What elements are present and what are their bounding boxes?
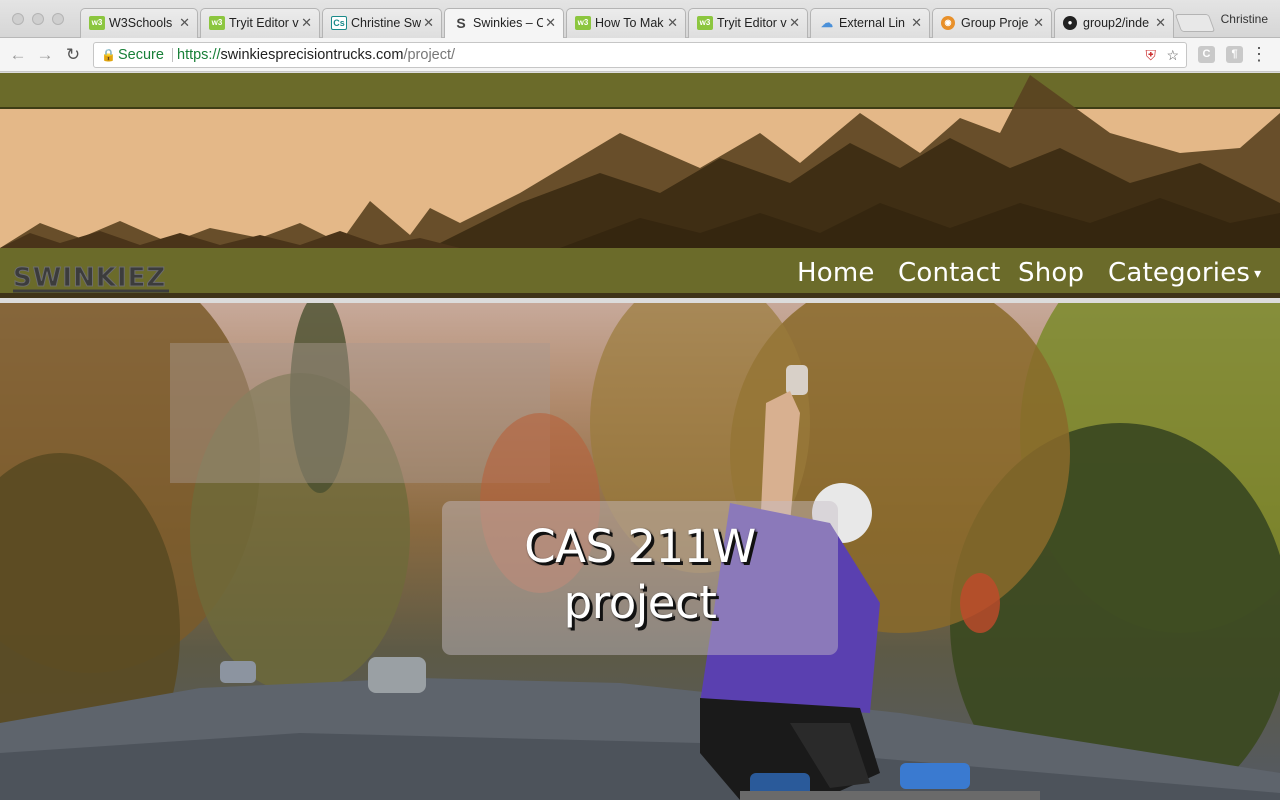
- nav-contact-link[interactable]: Contact: [898, 258, 1001, 288]
- hero-title-line-1: CAS 211W: [524, 520, 756, 573]
- nav-categories-dropdown[interactable]: Categories ▾: [1108, 258, 1261, 288]
- cs-icon: Cs: [331, 16, 347, 30]
- close-icon[interactable]: ✕: [789, 9, 800, 37]
- github-icon: ●: [1063, 16, 1077, 30]
- url-path: /project/: [403, 47, 456, 63]
- menu-kebab-icon[interactable]: ⋮: [1250, 44, 1268, 65]
- nav-shop-link[interactable]: Shop: [1018, 258, 1084, 288]
- close-icon[interactable]: ✕: [179, 9, 190, 37]
- tab-label: Swinkies – C: [473, 16, 543, 30]
- tab-label: Tryit Editor v: [229, 16, 299, 30]
- browser-tab[interactable]: w3 How To Mak ✕: [566, 8, 686, 38]
- browser-tab[interactable]: w3 Tryit Editor v ✕: [688, 8, 808, 38]
- close-icon[interactable]: ✕: [1155, 9, 1166, 37]
- profile-name[interactable]: Christine: [1221, 12, 1268, 26]
- browser-tab-active[interactable]: S Swinkies – C ✕: [444, 8, 564, 38]
- swinkiez-logo[interactable]: SWINKIEZ: [9, 258, 173, 294]
- url-host: swinkiesprecisiontrucks.com: [220, 47, 404, 63]
- tab-label: External Lin: [839, 16, 906, 30]
- star-icon[interactable]: ☆: [1166, 43, 1179, 67]
- secure-label: Secure: [118, 47, 164, 63]
- lock-icon: 🔒: [101, 48, 116, 62]
- shield-icon[interactable]: ⛨: [1146, 43, 1157, 67]
- forward-arrow-icon[interactable]: →: [33, 43, 57, 67]
- hero-title-line-2: project: [563, 576, 717, 629]
- minimize-window-button[interactable]: [32, 13, 44, 25]
- cloud-icon: ☁: [821, 16, 833, 30]
- hero-title-card: CAS 211W project: [442, 501, 838, 655]
- browser-tab[interactable]: w3 Tryit Editor v ✕: [200, 8, 320, 38]
- nav-categories-label: Categories: [1108, 258, 1251, 288]
- close-icon[interactable]: ✕: [911, 9, 922, 37]
- browser-tab[interactable]: w3 W3Schools ✕: [80, 8, 198, 38]
- extension-c-icon[interactable]: C: [1198, 46, 1215, 63]
- tab-label: Christine Sw: [351, 16, 421, 30]
- address-bar[interactable]: 🔒 Secure https://swinkiesprecisiontrucks…: [93, 42, 1187, 68]
- tab-label: W3Schools: [109, 16, 173, 30]
- w3schools-icon: w3: [89, 16, 105, 30]
- nav-home-link[interactable]: Home: [797, 258, 875, 288]
- w3schools-icon: w3: [575, 16, 591, 30]
- reload-icon[interactable]: ↻: [61, 43, 85, 67]
- web-page: SWINKIEZ Home Contact Shop Categories▾: [0, 73, 1280, 800]
- close-icon[interactable]: ✕: [545, 9, 556, 37]
- tab-label: How To Mak: [595, 16, 664, 30]
- group-project-icon: ◉: [941, 16, 955, 30]
- url-scheme: https://: [177, 47, 221, 63]
- extension-icon[interactable]: ¶: [1226, 46, 1243, 63]
- tab-label: group2/inde: [1083, 16, 1150, 30]
- new-tab-button[interactable]: [1174, 14, 1216, 32]
- close-icon[interactable]: ✕: [1033, 9, 1044, 37]
- browser-tab[interactable]: ☁ External Lin ✕: [810, 8, 930, 38]
- browser-tab[interactable]: Cs Christine Sw ✕: [322, 8, 442, 38]
- header-banner: [0, 73, 1280, 248]
- close-window-button[interactable]: [12, 13, 24, 25]
- logo-text: SWINKIEZ: [13, 263, 166, 293]
- browser-tab-bar: w3 W3Schools ✕ w3 Tryit Editor v ✕ Cs Ch…: [0, 0, 1280, 38]
- w3schools-icon: w3: [697, 16, 713, 30]
- back-arrow-icon[interactable]: ←: [6, 43, 30, 67]
- w3schools-icon: w3: [209, 16, 225, 30]
- swinkies-icon: S: [456, 15, 466, 31]
- divider: [172, 48, 173, 62]
- browser-toolbar: ← → ↻ 🔒 Secure https://swinkiesprecision…: [0, 38, 1280, 72]
- browser-tab[interactable]: ◉ Group Proje ✕: [932, 8, 1052, 38]
- mountains-illustration: [0, 75, 1280, 248]
- close-icon[interactable]: ✕: [667, 9, 678, 37]
- hero-section: CAS 211W project: [0, 303, 1280, 800]
- close-icon[interactable]: ✕: [423, 9, 434, 37]
- main-navbar: SWINKIEZ Home Contact Shop Categories ▾: [0, 248, 1280, 298]
- close-icon[interactable]: ✕: [301, 9, 312, 37]
- caret-down-icon: ▾: [1254, 265, 1262, 282]
- zoom-window-button[interactable]: [52, 13, 64, 25]
- tab-label: Tryit Editor v: [717, 16, 787, 30]
- url-text[interactable]: https://swinkiesprecisiontrucks.com/proj…: [177, 43, 455, 67]
- browser-tab[interactable]: ● group2/inde ✕: [1054, 8, 1174, 38]
- tab-label: Group Proje: [961, 16, 1029, 30]
